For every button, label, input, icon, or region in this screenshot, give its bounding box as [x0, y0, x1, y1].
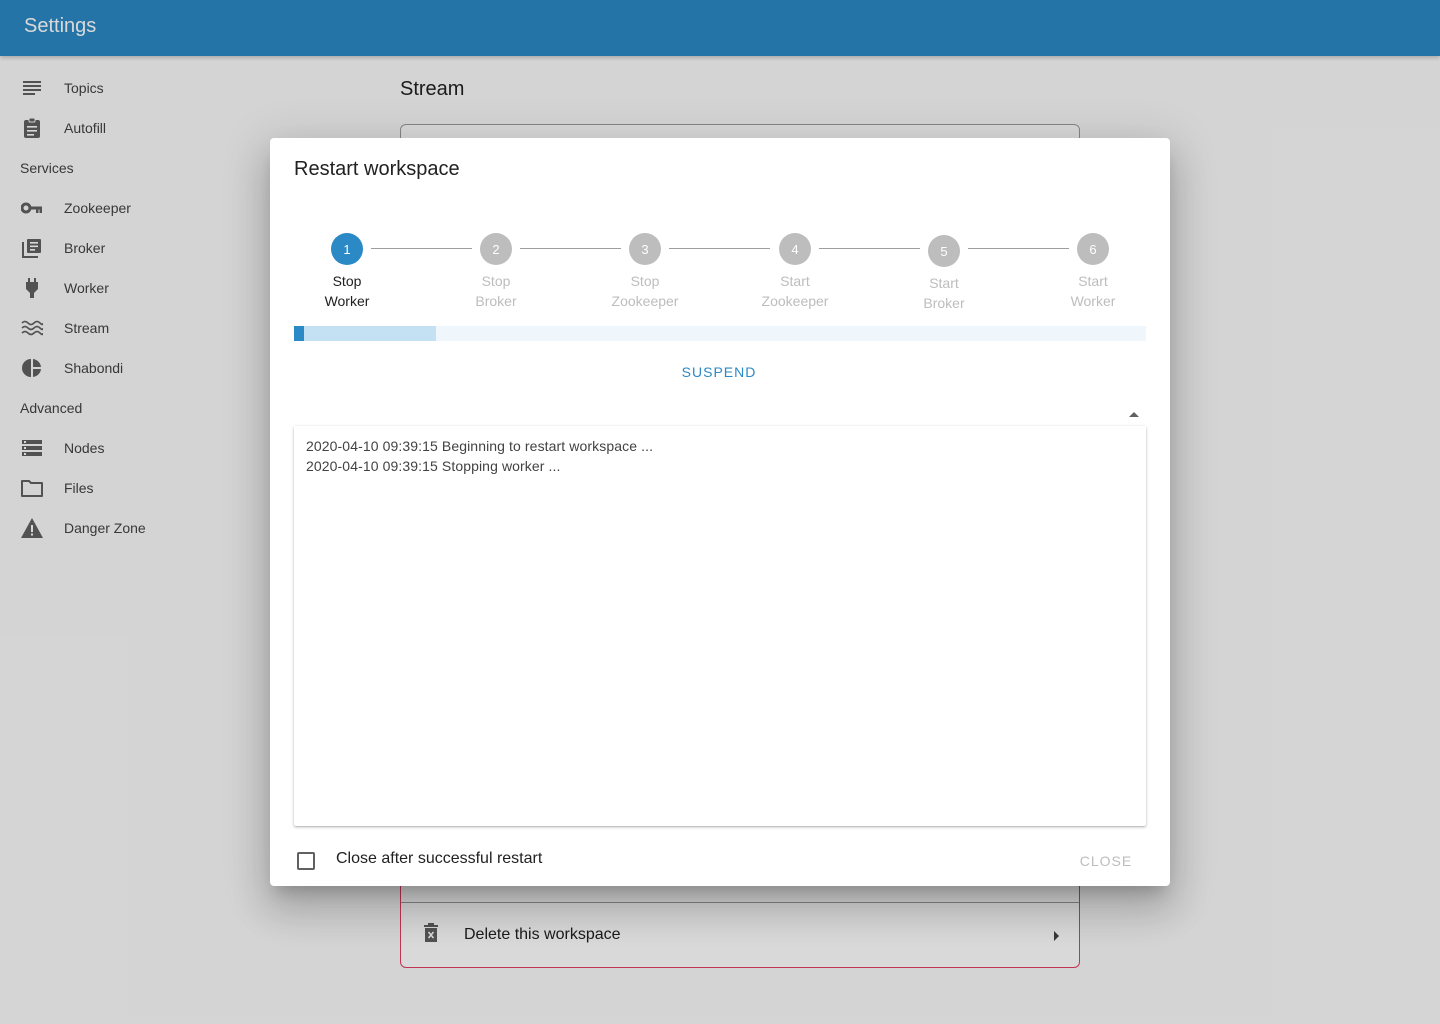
step-label-line: Zookeeper	[761, 293, 829, 309]
step-label-line: Broker	[923, 295, 965, 311]
step-label-line: Stop	[630, 273, 660, 289]
step-start-worker: 6 Start Worker	[1040, 233, 1146, 311]
step-number: 1	[331, 233, 363, 265]
stepper: 1 Stop Worker 2 Stop Broker 3 Stop Zookeepe…	[294, 233, 1146, 323]
step-stop-zookeeper: 3 Stop Zookeeper	[592, 233, 698, 311]
progress-buffer	[294, 326, 436, 341]
step-label-line: Start	[1078, 273, 1108, 289]
step-number: 4	[779, 233, 811, 265]
log-line: 2020-04-10 09:39:15 Beginning to restart…	[306, 438, 654, 454]
step-stop-worker: 1 Stop Worker	[294, 233, 400, 311]
step-label: Start Worker	[1040, 271, 1146, 311]
step-stop-broker: 2 Stop Broker	[443, 233, 549, 311]
close-after-restart-checkbox[interactable]	[297, 852, 315, 870]
close-after-restart-label: Close after successful restart	[336, 850, 543, 867]
dialog-title: Restart workspace	[294, 158, 460, 180]
log-line: 2020-04-10 09:39:15 Stopping worker ...	[306, 458, 561, 474]
step-label-line: Broker	[475, 293, 517, 309]
step-label-line: Stop	[332, 273, 362, 289]
step-start-zookeeper: 4 Start Zookeeper	[742, 233, 848, 311]
restart-log[interactable]: 2020-04-10 09:39:15 Beginning to restart…	[294, 426, 1146, 826]
step-label-line: Worker	[1070, 293, 1116, 309]
step-start-broker: 5 Start Broker	[891, 235, 997, 313]
step-label: Stop Broker	[443, 271, 549, 311]
step-label-line: Stop	[481, 273, 511, 289]
step-label-line: Worker	[324, 293, 370, 309]
step-label: Start Broker	[891, 273, 997, 313]
suspend-button[interactable]: SUSPEND	[669, 360, 769, 384]
restart-workspace-dialog: Restart workspace 1 Stop Worker 2 Stop Bro…	[270, 138, 1170, 886]
step-label-line: Start	[780, 273, 810, 289]
step-number: 5	[928, 235, 960, 267]
step-label-line: Start	[929, 275, 959, 291]
progress-fill	[294, 326, 304, 341]
close-button[interactable]: CLOSE	[1070, 849, 1142, 873]
step-label: Stop Worker	[294, 271, 400, 311]
step-label: Stop Zookeeper	[592, 271, 698, 311]
step-label-line: Zookeeper	[611, 293, 679, 309]
arrow-up-icon[interactable]	[1126, 408, 1142, 420]
step-number: 2	[480, 233, 512, 265]
restart-progress-bar	[294, 326, 1146, 341]
step-number: 3	[629, 233, 661, 265]
step-label: Start Zookeeper	[742, 271, 848, 311]
step-number: 6	[1077, 233, 1109, 265]
